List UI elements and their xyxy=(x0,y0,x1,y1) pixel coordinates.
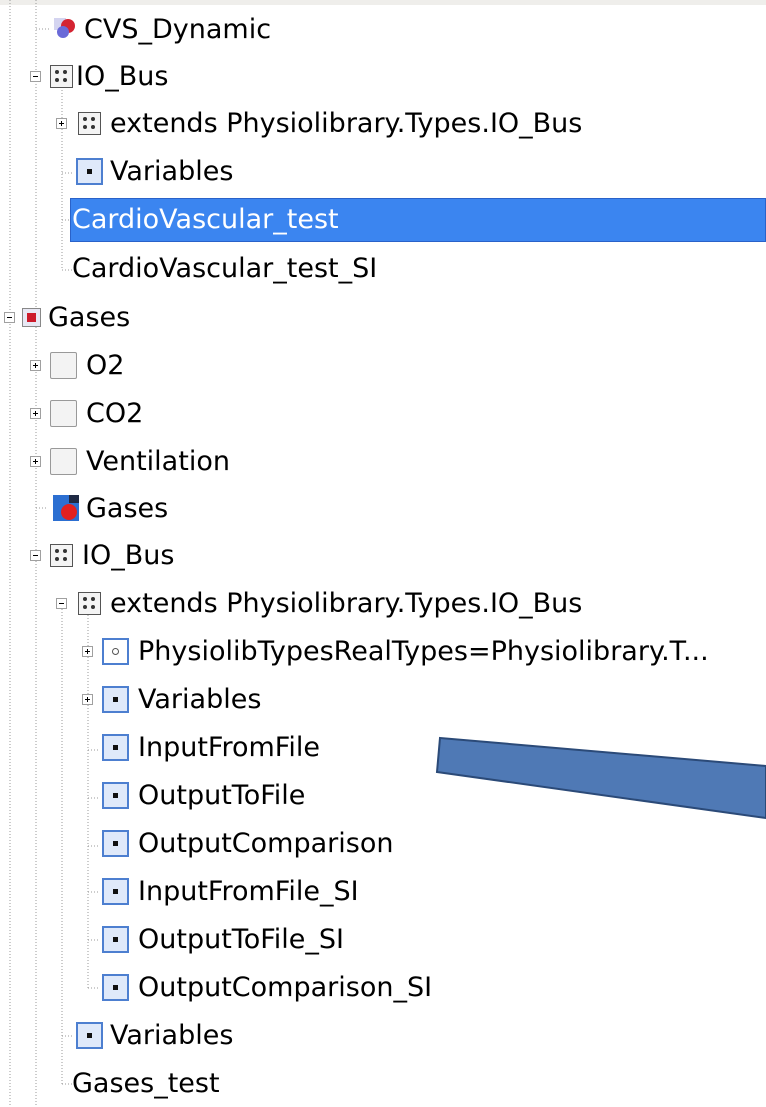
arrow-shape xyxy=(435,736,766,820)
arrow-annotation-icon xyxy=(435,736,766,820)
